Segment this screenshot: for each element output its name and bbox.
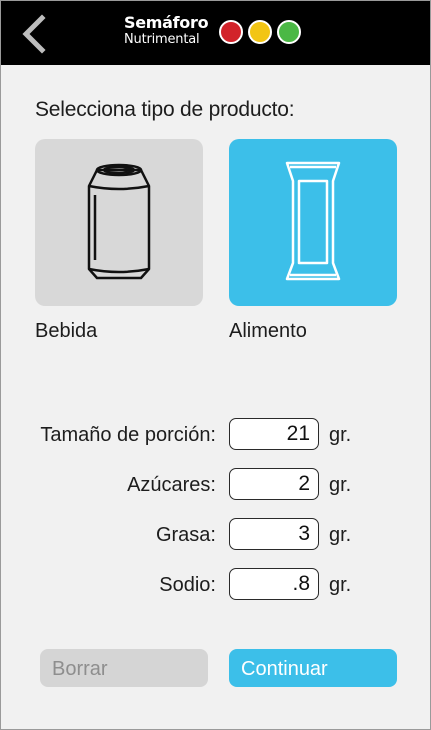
product-option-alimento-label: Alimento — [229, 320, 307, 342]
product-type-prompt: Selecciona tipo de producto: — [35, 98, 295, 121]
red-light — [219, 20, 243, 44]
snack-bar-icon — [285, 161, 341, 281]
porcion-unit: gr. — [329, 424, 352, 446]
product-option-alimento[interactable] — [229, 139, 397, 306]
grasa-unit: gr. — [329, 524, 352, 546]
clear-button[interactable]: Borrar — [40, 649, 208, 687]
azucares-unit: gr. — [329, 474, 352, 496]
back-button[interactable] — [18, 14, 50, 54]
field-row-sodio: Sodio: gr. — [0, 568, 431, 602]
azucares-label: Azúcares: — [127, 474, 216, 496]
yellow-light — [248, 20, 272, 44]
logo-title: Semáforo — [124, 13, 209, 32]
green-light — [277, 20, 301, 44]
azucares-input[interactable] — [229, 468, 319, 500]
grasa-label: Grasa: — [155, 524, 216, 546]
porcion-input[interactable] — [229, 418, 319, 450]
sodio-input[interactable] — [229, 568, 319, 600]
field-row-porcion: Tamaño de porción: gr. — [0, 418, 431, 452]
app-logo: Semáforo Nutrimental — [124, 14, 216, 52]
logo-subtitle: Nutrimental — [124, 32, 200, 47]
can-icon — [87, 163, 151, 280]
sodio-label: Sodio: — [159, 574, 216, 596]
field-row-azucares: Azúcares: gr. — [0, 468, 431, 502]
field-row-grasa: Grasa: gr. — [0, 518, 431, 552]
traffic-light-icon — [219, 20, 301, 46]
chevron-left-icon — [22, 14, 46, 54]
continue-button[interactable]: Continuar — [229, 649, 397, 687]
product-option-bebida[interactable] — [35, 139, 203, 306]
grasa-input[interactable] — [229, 518, 319, 550]
porcion-label: Tamaño de porción: — [40, 424, 216, 446]
sodio-unit: gr. — [329, 574, 352, 596]
product-option-bebida-label: Bebida — [35, 320, 98, 342]
header-bar: Semáforo Nutrimental — [0, 0, 431, 65]
